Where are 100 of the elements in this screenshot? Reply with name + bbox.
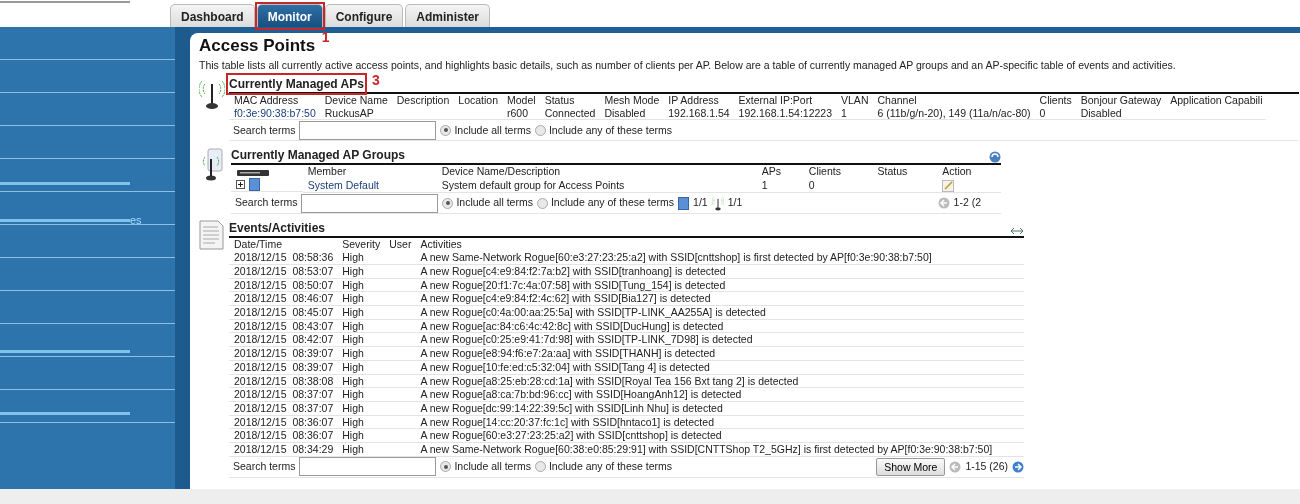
- switch-icon: [236, 167, 270, 178]
- mac-link[interactable]: f0:3e:90:38:b7:50: [229, 106, 320, 120]
- table-cell: A new Rogue[dc:99:14:22:39:5c] with SSID[Linh Nhu] is detected: [415, 401, 1024, 416]
- table-cell: A new Same-Network Rogue[60:e3:27:23:25:a2] with SSID[cnttshop] is first detected by AP[f0:3e:90:38:b7:50]: [415, 251, 1024, 265]
- column-header: IP Address: [667, 93, 720, 107]
- table-cell: Disabled: [599, 106, 664, 120]
- table-cell: High: [337, 415, 385, 429]
- search-field[interactable]: [299, 120, 437, 140]
- table-cell: 2018/12/15 08:34:29: [229, 442, 338, 457]
- column-header: Status: [543, 93, 576, 107]
- search-field[interactable]: [301, 193, 439, 213]
- column-header: Bonjour Gateway: [1079, 93, 1163, 107]
- table-cell: 192.168.1.54:12223: [733, 106, 837, 120]
- previous-icon[interactable]: [937, 197, 950, 210]
- table-cell: 6 (11b/g/n-20), 149 (11a/n/ac-80): [872, 106, 1035, 120]
- table-cell: A new Rogue[c0:25:e9:41:7d:98] with SSID[TP-LINK_7D98] is detected: [415, 332, 1024, 347]
- table-cell: A new Rogue[a8:ca:7b:bd:96:cc] with SSID[HoangAnh12] is detected: [415, 387, 1024, 402]
- table-cell: A new Rogue[c4:e9:84:f2:4c:62] with SSID[Bia127] is detected: [415, 291, 1024, 306]
- table-cell: High: [337, 401, 385, 416]
- table-cell: High: [337, 387, 385, 402]
- column-header: VLAN: [840, 93, 870, 107]
- column-header: Description: [395, 93, 451, 107]
- section-title: Events/Activities: [229, 220, 326, 237]
- table-cell: A new Rogue[c0:4a:00:aa:25:5a] with SSID[TP-LINK_AA255A] is detected: [415, 305, 1024, 320]
- table-cell: A new Rogue[14:cc:20:37:fc:1c] with SSID[hntaco1] is detected: [415, 415, 1024, 429]
- radio-option[interactable]: Include all terms: [442, 195, 533, 212]
- column-header: Model: [506, 93, 537, 107]
- column-header: Clients: [1038, 93, 1073, 107]
- ap-icon: [678, 196, 690, 210]
- radio-option[interactable]: Include any of these terms: [534, 458, 673, 475]
- nav-tab[interactable]: Configure: [324, 4, 404, 27]
- table-cell: 2018/12/15 08:38:08: [229, 374, 338, 388]
- column-header: Action: [941, 165, 973, 179]
- annotation-number: 3: [371, 72, 380, 87]
- radio-option[interactable]: Include any of these terms: [536, 195, 675, 212]
- table-cell: A new Rogue[c4:e9:84:f2:7a:b2] with SSID[tranhoang] is detected: [415, 264, 1024, 279]
- annotation-box: [254, 2, 325, 30]
- radio-option[interactable]: Include all terms: [440, 458, 531, 475]
- table-cell: 0: [803, 178, 873, 193]
- search-label: Search terms: [235, 195, 298, 211]
- table-cell: 2018/12/15 08:42:07: [229, 332, 338, 347]
- column-header: APs: [760, 165, 782, 179]
- table-cell: High: [337, 264, 385, 279]
- table-cell: 2018/12/15 08:39:07: [229, 360, 338, 374]
- column-header: Channel: [876, 93, 918, 107]
- count-text: 1/1: [727, 195, 743, 211]
- table-cell: Disabled: [1075, 106, 1166, 120]
- table-cell: A new Rogue[a8:25:eb:28:cd:1a] with SSID[Royal Tea 156 Bxt tang 2] is detected: [415, 374, 1024, 388]
- nav-tab[interactable]: Administer: [405, 4, 491, 27]
- column-header: Device Name: [323, 93, 389, 107]
- table-cell: A new Rogue[20:f1:7c:4a:07:58] with SSID[Tung_154] is detected: [415, 278, 1024, 292]
- search-label: Search terms: [233, 122, 296, 138]
- document-icon: [199, 220, 225, 251]
- table-cell: 2018/12/15 08:50:07: [229, 278, 338, 292]
- column-header: Date/Time: [233, 238, 284, 252]
- column-header: Application Capabili: [1169, 93, 1264, 107]
- table-cell: 1: [836, 106, 873, 120]
- table-cell: A new Rogue[ac:84:c6:4c:42:8c] with SSID[DucHung] is detected: [415, 319, 1024, 333]
- sidebar-text: es: [130, 213, 142, 228]
- table-cell: Connected: [539, 106, 600, 120]
- search-label: Search terms: [233, 458, 296, 474]
- member-link[interactable]: System Default: [302, 178, 437, 193]
- table-cell: High: [337, 332, 385, 347]
- table-cell: 0: [1034, 106, 1076, 120]
- section-title: Currently Managed AP Groups: [231, 147, 406, 164]
- table-cell: 2018/12/15 08:43:07: [229, 319, 338, 333]
- pager-text: 1-2 (2: [953, 195, 981, 211]
- count-text: 1/1: [693, 195, 708, 211]
- table-cell: A new Same-Network Rogue[60:38:e0:85:29:91] with SSID[CNTTShop T2_5GHz] is first detected by AP[f0:3e:90:38:b7:50]: [415, 442, 1024, 457]
- table-cell: 2018/12/15 08:46:07: [229, 291, 338, 306]
- ap-icon: [249, 178, 260, 192]
- table-cell: High: [337, 346, 385, 361]
- table-cell: 2018/12/15 08:58:36: [229, 251, 338, 265]
- show-more-button[interactable]: Show More: [876, 457, 946, 476]
- column-header: User: [388, 238, 413, 252]
- column-header: Status: [876, 165, 909, 179]
- table-cell: System default group for Access Points: [436, 178, 757, 193]
- annotation-number: 1: [321, 30, 330, 44]
- table-cell: RuckusAP: [319, 106, 392, 120]
- expand-icon[interactable]: [236, 180, 245, 190]
- edit-icon[interactable]: [942, 179, 956, 193]
- table-cell: 1: [756, 178, 804, 193]
- search-field[interactable]: [299, 457, 437, 477]
- table-cell: 192.168.1.54: [663, 106, 734, 120]
- table-cell: A new Rogue[e8:94:f6:e7:2a:aa] with SSID[THANH] is detected: [415, 346, 1024, 361]
- pager-text: 1-15 (26): [965, 458, 1008, 474]
- table-cell: A new Rogue[10:fe:ed:c5:32:04] with SSID[Tang 4] is detected: [415, 360, 1024, 374]
- table-cell: 2018/12/15 08:36:07: [229, 428, 338, 443]
- table-cell: High: [337, 305, 385, 320]
- table-cell: 2018/12/15 08:39:07: [229, 346, 338, 361]
- nav-tab[interactable]: Dashboard: [170, 4, 255, 27]
- previous-icon[interactable]: [949, 460, 962, 473]
- column-header: Activities: [419, 238, 463, 252]
- table-cell: High: [337, 251, 385, 265]
- table-cell: High: [337, 428, 385, 443]
- radio-option[interactable]: Include any of these terms: [534, 122, 673, 139]
- page-title: Access Points: [199, 35, 316, 57]
- radio-option[interactable]: Include all terms: [440, 122, 531, 139]
- next-icon[interactable]: [1012, 460, 1024, 473]
- table-cell: 2018/12/15 08:53:07: [229, 264, 338, 279]
